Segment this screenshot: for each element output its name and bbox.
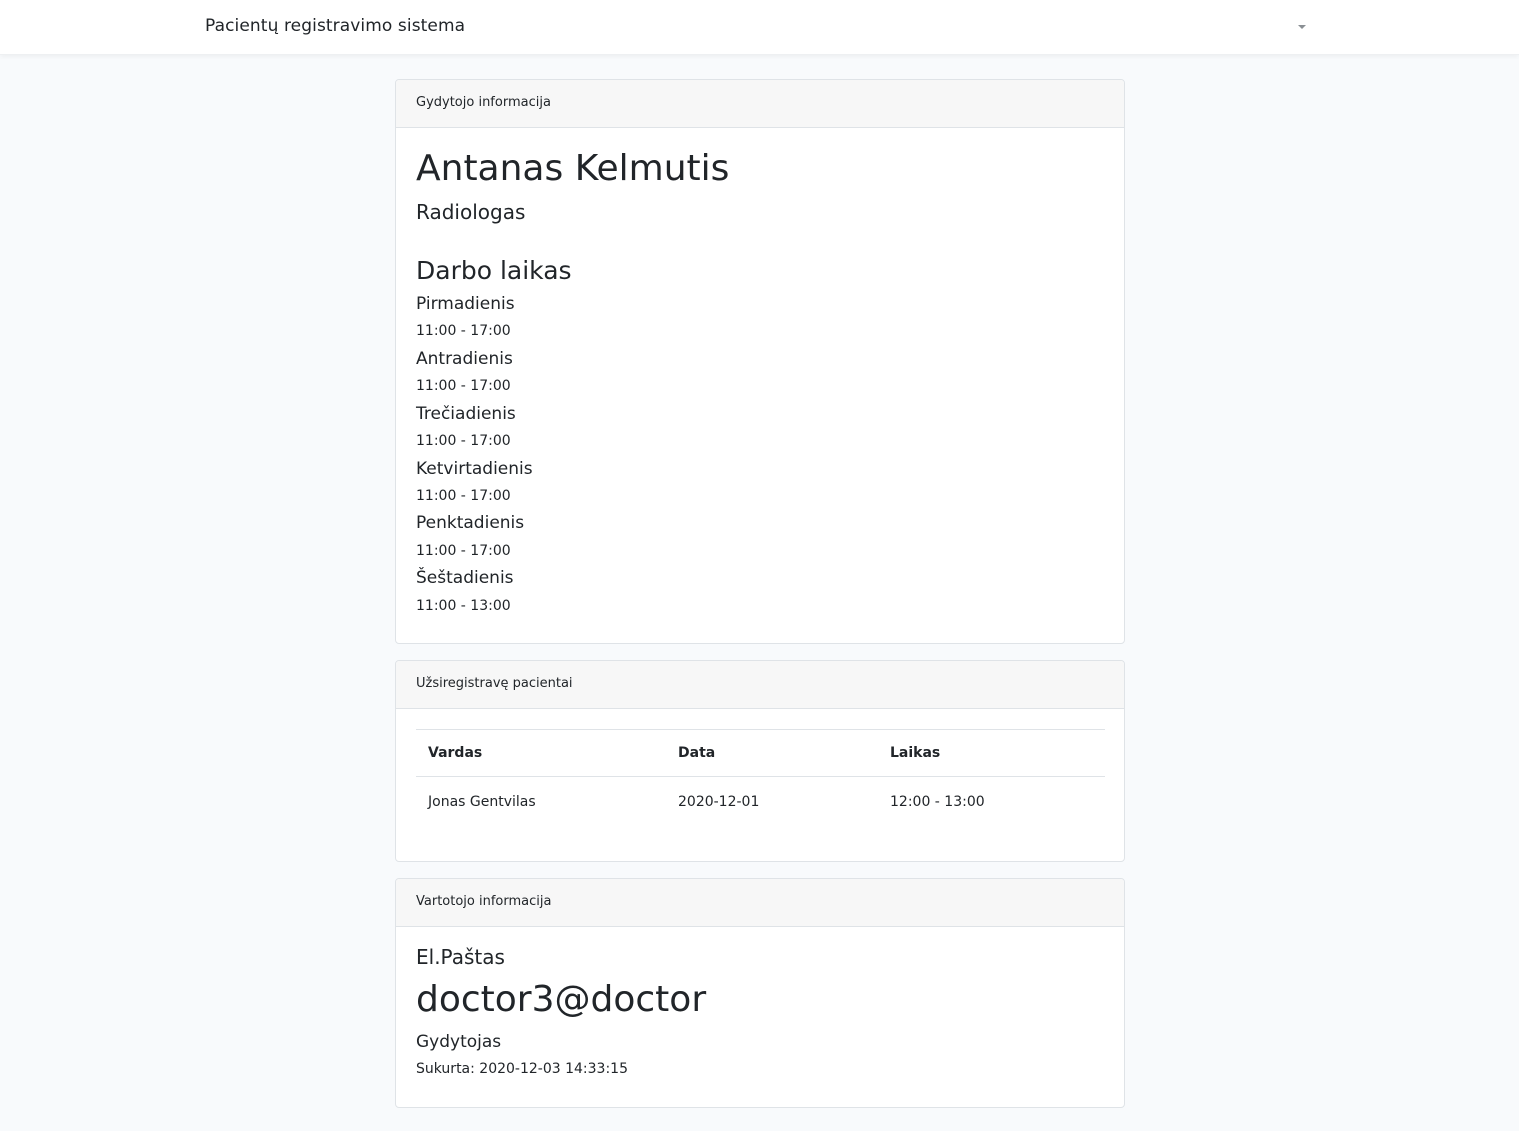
schedule-day-tuesday: Antradienis (416, 349, 513, 369)
doctor-name: Antanas Kelmutis (416, 148, 730, 189)
doctor-info-card-header: Gydytojo informacija (396, 80, 1124, 128)
top-navbar: Pacientų registravimo sistema (0, 0, 1519, 55)
patients-card-header: Užsiregistravę pacientai (396, 661, 1124, 709)
schedule-time-friday: 11:00 - 17:00 (416, 543, 511, 559)
column-header-name: Vardas (416, 729, 666, 777)
doctor-info-card: Gydytojo informacija Antanas Kelmutis Ra… (395, 79, 1125, 644)
created-timestamp: Sukurta: 2020-12-03 14:33:15 (416, 1061, 628, 1077)
table-header-row: Vardas Data Laikas (416, 729, 1105, 777)
user-info-card: Vartotojo informacija El.Paštas doctor3@… (395, 878, 1125, 1108)
email-label: El.Paštas (416, 945, 505, 969)
schedule-day-monday: Pirmadienis (416, 294, 515, 314)
schedule-time-tuesday: 11:00 - 17:00 (416, 378, 511, 394)
email-value: doctor3@doctor (416, 979, 707, 1020)
app-brand-link[interactable]: Pacientų registravimo sistema (205, 16, 465, 36)
doctor-specialty: Radiologas (416, 200, 526, 224)
user-info-card-header: Vartotojo informacija (396, 879, 1124, 927)
caret-down-icon[interactable] (1298, 25, 1306, 29)
patients-card: Užsiregistravę pacientai Vardas Data Lai… (395, 660, 1125, 862)
schedule-day-saturday: Šeštadienis (416, 568, 514, 588)
schedule-day-friday: Penktadienis (416, 513, 525, 533)
patients-table: Vardas Data Laikas Jonas Gentvilas 2020-… (416, 729, 1105, 826)
column-header-time: Laikas (878, 729, 1105, 777)
patient-name: Jonas Gentvilas (428, 793, 536, 810)
appointment-date: 2020-12-01 (678, 793, 760, 810)
column-header-date: Data (666, 729, 878, 777)
schedule-time-saturday: 11:00 - 13:00 (416, 598, 511, 614)
schedule-day-wednesday: Trečiadienis (416, 404, 516, 424)
schedule-title: Darbo laikas (416, 256, 572, 285)
schedule-time-thursday: 11:00 - 17:00 (416, 488, 511, 504)
schedule-day-thursday: Ketvirtadienis (416, 459, 533, 479)
schedule-time-monday: 11:00 - 17:00 (416, 323, 511, 339)
schedule-time-wednesday: 11:00 - 17:00 (416, 433, 511, 449)
user-role: Gydytojas (416, 1032, 502, 1052)
appointment-time: 12:00 - 13:00 (890, 793, 985, 810)
table-row: Jonas Gentvilas 2020-12-01 12:00 - 13:00 (416, 777, 1105, 827)
